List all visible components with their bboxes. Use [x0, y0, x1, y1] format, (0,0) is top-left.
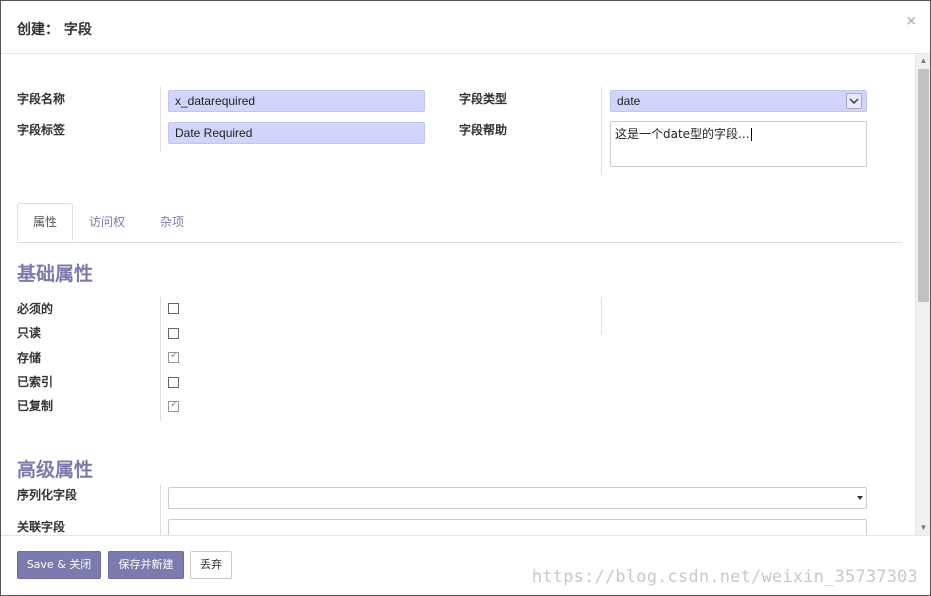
- indexed-label: 已索引: [17, 375, 54, 389]
- close-icon[interactable]: ×: [907, 13, 916, 31]
- save-close-button[interactable]: Save & 关闭: [17, 551, 101, 579]
- field-label-input[interactable]: Date Required: [168, 122, 425, 144]
- tab-access-rights[interactable]: 访问权: [79, 203, 135, 241]
- create-field-dialog: 创建： 字段 × 字段名称 字段标签 x_datarequired Date R…: [0, 0, 931, 596]
- required-checkbox[interactable]: [168, 303, 179, 314]
- text-caret: [750, 128, 752, 141]
- checkmark-icon: ✓: [170, 350, 179, 361]
- watermark: https://blog.csdn.net/weixin_35737303: [531, 567, 918, 587]
- discard-button[interactable]: 丢弃: [190, 551, 232, 579]
- basic-properties-title: 基础属性: [17, 263, 94, 285]
- save-new-button[interactable]: 保存并新建: [108, 551, 184, 579]
- divider-advanced-left: [160, 485, 161, 535]
- vertical-scrollbar[interactable]: ▲ ▼: [915, 54, 930, 535]
- dialog-header: 创建： 字段 ×: [1, 1, 930, 54]
- indexed-checkbox[interactable]: [168, 377, 179, 388]
- advanced-properties-title: 高级属性: [17, 459, 94, 481]
- field-name-label: 字段名称: [17, 92, 66, 106]
- related-field-input[interactable]: [168, 519, 867, 535]
- divider-basic-left: [160, 297, 161, 421]
- field-help-textarea[interactable]: 这是一个date型的字段...: [610, 121, 867, 167]
- divider-left: [160, 87, 161, 152]
- stored-checkbox[interactable]: ✓: [168, 350, 179, 363]
- tab-misc[interactable]: 杂项: [144, 203, 200, 241]
- field-type-select[interactable]: date: [610, 90, 867, 112]
- dialog-title: 创建： 字段: [17, 22, 92, 38]
- chevron-down-icon[interactable]: [846, 93, 862, 109]
- field-type-label: 字段类型: [459, 92, 508, 106]
- stored-label: 存储: [17, 351, 42, 365]
- field-type-value: date: [617, 94, 641, 108]
- serialization-field-label: 序列化字段: [17, 488, 78, 502]
- checkmark-icon: ✓: [170, 399, 179, 410]
- field-help-label: 字段帮助: [459, 123, 508, 137]
- scroll-down-arrow-icon[interactable]: ▼: [916, 521, 930, 535]
- required-label: 必须的: [17, 302, 54, 316]
- readonly-label: 只读: [17, 326, 42, 340]
- dialog-body: 字段名称 字段标签 x_datarequired Date Required 字…: [1, 54, 915, 535]
- divider-basic-right: [601, 297, 602, 334]
- field-name-input[interactable]: x_datarequired: [168, 90, 425, 112]
- caret-down-icon: [857, 496, 863, 500]
- related-field-label: 关联字段: [17, 520, 66, 534]
- scroll-thumb[interactable]: [918, 69, 929, 302]
- copied-checkbox[interactable]: ✓: [168, 399, 179, 412]
- serialization-field-select[interactable]: [168, 487, 867, 509]
- tab-bar: 属性 访问权 杂项: [17, 203, 902, 243]
- field-help-text: 这是一个date型的字段...: [615, 127, 750, 141]
- field-label-label: 字段标签: [17, 123, 66, 137]
- copied-label: 已复制: [17, 399, 54, 413]
- dialog-footer: Save & 关闭 保存并新建 丢弃 https://blog.csdn.net…: [1, 535, 930, 595]
- divider-right: [601, 87, 602, 175]
- scroll-up-arrow-icon[interactable]: ▲: [916, 54, 930, 68]
- tab-properties[interactable]: 属性: [17, 203, 73, 241]
- readonly-checkbox[interactable]: [168, 328, 179, 339]
